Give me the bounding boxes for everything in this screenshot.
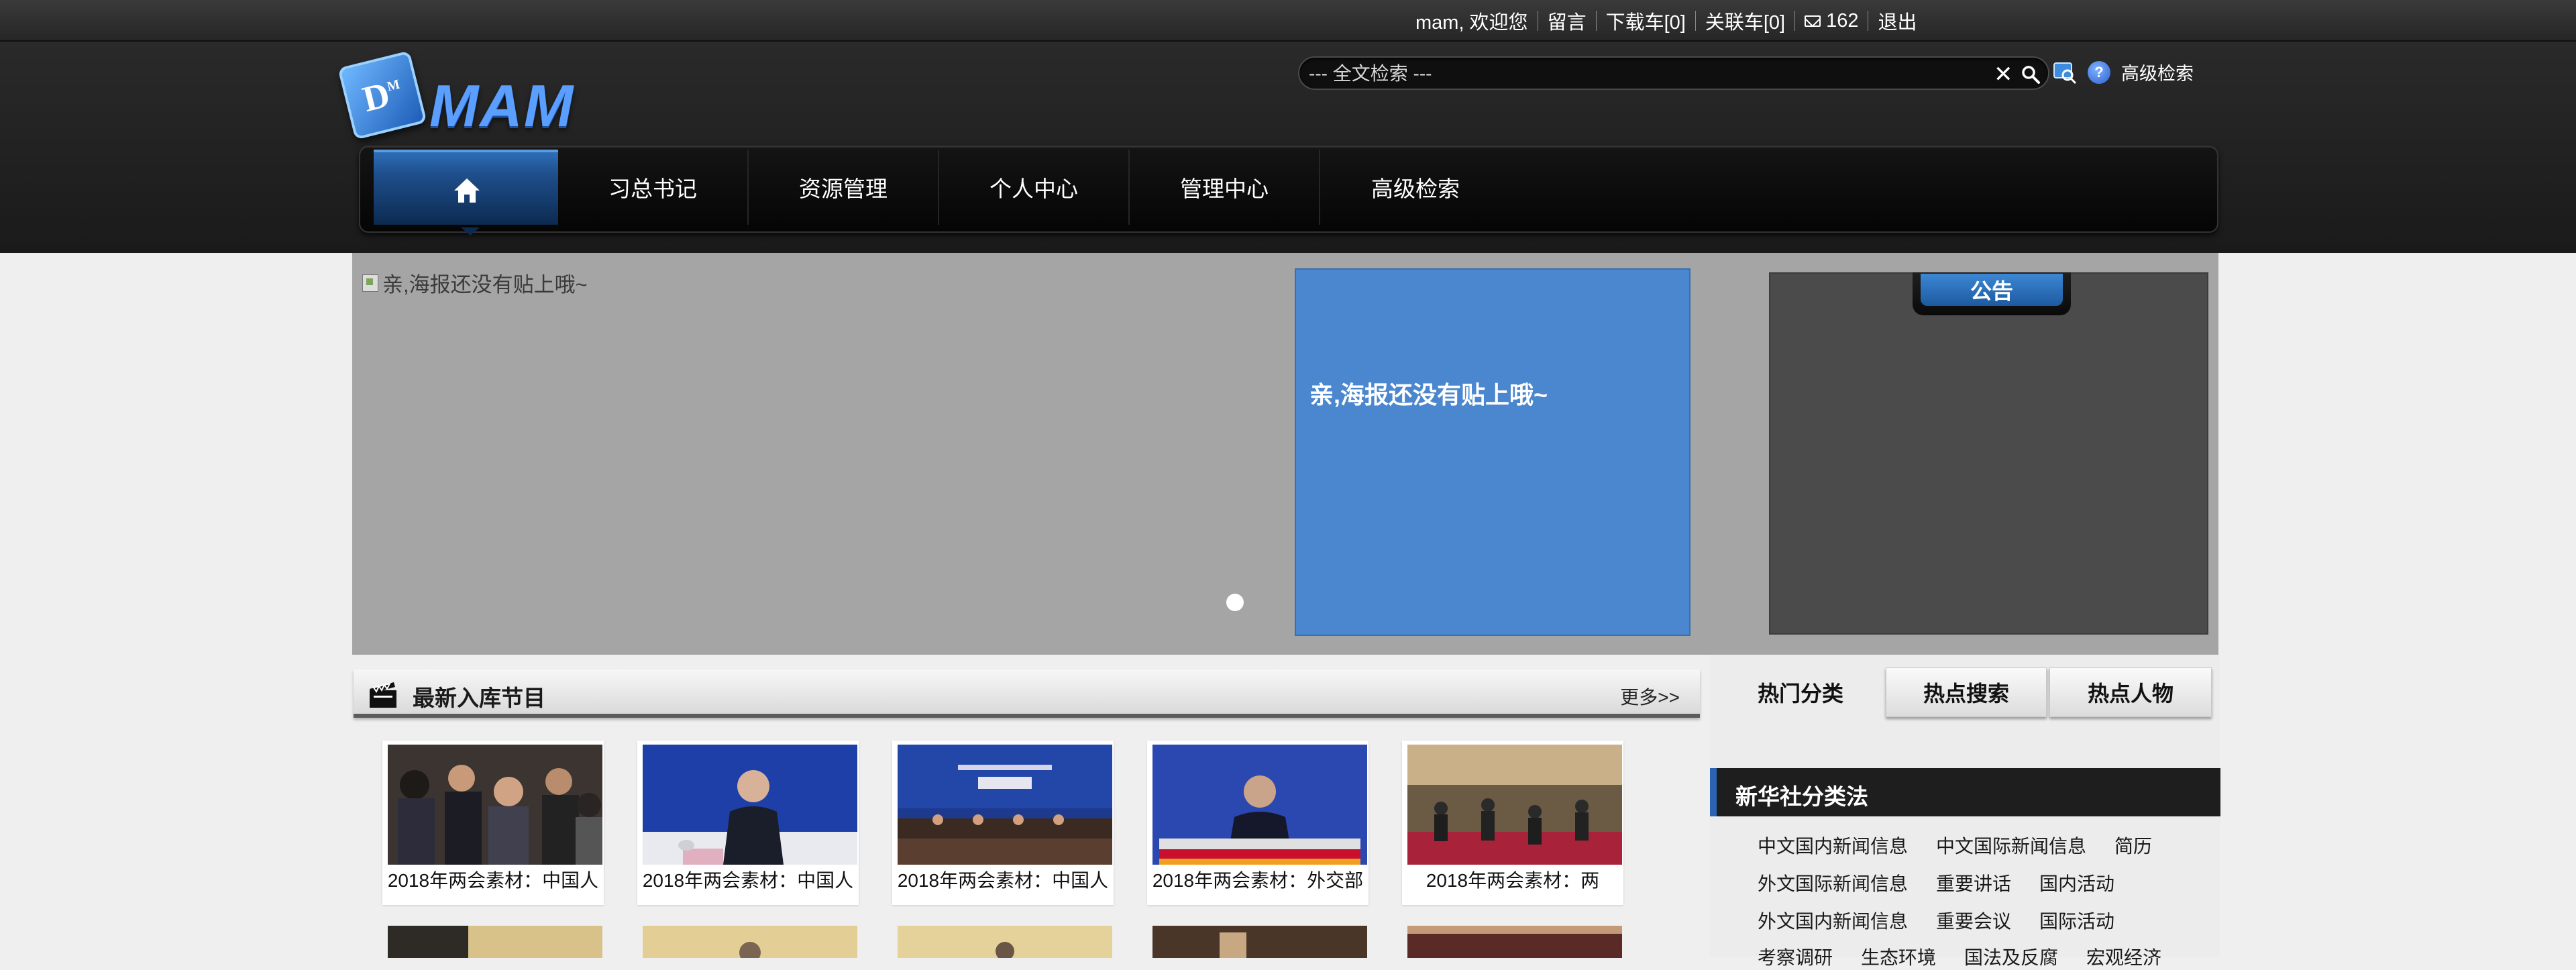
category-link[interactable]: 外文国内新闻信息 (1758, 911, 1908, 932)
thumbnail[interactable] (898, 745, 1112, 865)
category-link[interactable]: 国际活动 (2039, 911, 2114, 932)
notice-label[interactable]: 公告 (1921, 274, 2063, 306)
category-link[interactable]: 宏观经济 (2086, 947, 2161, 968)
welcome-text: mam, 欢迎您 (1415, 12, 1528, 34)
divider (1794, 11, 1796, 31)
logo-icon[interactable]: DM (337, 50, 427, 140)
poster-alt-text: 亲,海报还没有贴上哦~ (382, 273, 588, 297)
thumbnail[interactable] (898, 926, 1112, 958)
thumbnail[interactable] (1407, 926, 1622, 958)
tab-hot-search[interactable]: 热点搜索 (1886, 667, 2047, 717)
logout-link[interactable]: 退出 (1878, 7, 1917, 35)
category-link[interactable]: 国法及反腐 (1964, 947, 2058, 968)
banner: 亲,海报还没有贴上哦~ 亲,海报还没有贴上哦~ 公告 (352, 253, 2218, 655)
search-tools: ? 高级检索 (2053, 59, 2194, 85)
category-header: 新华社分类法 (1710, 768, 2220, 816)
program-card[interactable]: 2018年两会素材：中国人 (637, 741, 859, 905)
thumbnail[interactable] (1152, 745, 1367, 865)
card-caption[interactable]: 2018年两会素材：外交部 (1147, 866, 1368, 893)
category-row: 外文国内新闻信息 重要会议 国际活动 (1758, 907, 2143, 934)
mail-link[interactable]: 162 (1805, 10, 1858, 32)
nav-item-resources[interactable]: 资源管理 (749, 150, 939, 225)
nav-item-personal[interactable]: 个人中心 (939, 150, 1130, 225)
advanced-search-link[interactable]: 高级检索 (2121, 59, 2194, 85)
thumbnail[interactable] (643, 926, 857, 958)
tab-hot-people[interactable]: 热点人物 (2049, 667, 2212, 717)
nav-items: 习总书记 资源管理 个人中心 管理中心 高级检索 (558, 150, 1511, 225)
category-link[interactable]: 简历 (2114, 836, 2152, 857)
category-link[interactable]: 生态环境 (1861, 947, 1936, 968)
nav-item-xi[interactable]: 习总书记 (558, 150, 749, 225)
poster-image[interactable]: 亲,海报还没有贴上哦~ (362, 268, 588, 298)
search-box: ✕ (1298, 56, 2049, 90)
nav-active-indicator (461, 227, 480, 235)
search-area: ✕ (1298, 56, 2049, 90)
category-link[interactable]: 外文国际新闻信息 (1758, 873, 1908, 894)
card-caption[interactable]: 2018年两会素材：两 (1402, 866, 1623, 893)
search-input[interactable] (1307, 62, 1978, 86)
category-link[interactable]: 考察调研 (1758, 947, 1833, 968)
thumbnail[interactable] (388, 745, 602, 865)
category-link[interactable]: 国内活动 (2039, 873, 2114, 894)
program-card[interactable]: 2018年两会素材：中国人 (892, 741, 1114, 905)
card-caption[interactable]: 2018年两会素材：中国人 (892, 866, 1114, 893)
card-caption[interactable]: 2018年两会素材：中国人 (637, 866, 859, 893)
search-icon[interactable] (2021, 64, 2041, 85)
thumbnail[interactable] (643, 745, 857, 865)
main-nav: 习总书记 资源管理 个人中心 管理中心 高级检索 (359, 146, 2218, 235)
category-row: 中文国内新闻信息 中文国际新闻信息 简历 (1758, 832, 2180, 859)
more-link[interactable]: 更多>> (1620, 683, 1680, 710)
thumbnail[interactable] (388, 926, 602, 958)
thumbnail[interactable] (1407, 745, 1622, 865)
hot-tabs: 热门分类 热点搜索 热点人物 (1710, 667, 2220, 720)
category-link[interactable]: 中文国际新闻信息 (1936, 836, 2086, 857)
site-header: DM MAM ✕ ? 高级检索 习总书记 资源管理 (0, 42, 2576, 253)
top-utility-bar: mam, 欢迎您 留言 下载车[0] 关联车[0] 162 退出 (0, 0, 2576, 42)
divider (1695, 11, 1696, 31)
thumbnail[interactable] (1152, 926, 1367, 958)
category-link[interactable]: 中文国内新闻信息 (1758, 836, 1908, 857)
message-link[interactable]: 留言 (1548, 7, 1587, 35)
category-row: 考察调研 生态环境 国法及反腐 宏观经济 (1758, 943, 2190, 970)
clear-icon[interactable]: ✕ (1994, 63, 2013, 86)
image-search-icon[interactable] (2053, 60, 2077, 85)
poster-panel-text: 亲,海报还没有贴上哦~ (1309, 381, 1548, 409)
nav-home[interactable] (374, 150, 558, 235)
download-cart-link[interactable]: 下载车[0] (1606, 7, 1686, 35)
card-caption[interactable]: 2018年两会素材：中国人 (382, 866, 604, 893)
latest-programs-title: 最新入库节目 (413, 686, 545, 710)
nav-item-admin[interactable]: 管理中心 (1130, 150, 1320, 225)
notice-panel: 公告 (1769, 272, 2208, 635)
program-card[interactable]: 2018年两会素材：中国人 (382, 741, 604, 905)
program-card[interactable]: 2018年两会素材：外交部 (1147, 741, 1368, 905)
home-icon (454, 178, 480, 203)
right-column: 热门分类 热点搜索 热点人物 新华社分类法 中文国内新闻信息 中文国际新闻信息 简历… (1710, 655, 2220, 968)
category-row: 外文国际新闻信息 重要讲话 国内活动 (1758, 869, 2143, 896)
clapperboard-icon (370, 682, 396, 708)
nav-item-advanced-search[interactable]: 高级检索 (1320, 150, 1511, 225)
latest-programs-header: 最新入库节目 更多>> (354, 669, 1700, 718)
top-links: mam, 欢迎您 留言 下载车[0] 关联车[0] 162 退出 (1415, 0, 1917, 42)
help-icon[interactable]: ? (2088, 60, 2110, 84)
logo-text[interactable]: MAM (429, 72, 574, 140)
program-card[interactable]: 2018年两会素材：两 (1402, 741, 1623, 905)
tab-hot-categories[interactable]: 热门分类 (1723, 667, 1878, 717)
notice-tab: 公告 (1913, 272, 2071, 315)
broken-image-icon (362, 274, 378, 292)
category-link[interactable]: 重要会议 (1936, 911, 2011, 932)
poster-panel[interactable]: 亲,海报还没有贴上哦~ (1295, 268, 1690, 636)
mail-icon (1805, 15, 1821, 28)
category-link[interactable]: 重要讲话 (1936, 873, 2011, 894)
mail-count: 162 (1826, 9, 1859, 32)
carousel-dot[interactable] (1226, 594, 1244, 611)
link-cart-link[interactable]: 关联车[0] (1705, 7, 1785, 35)
divider (1595, 11, 1597, 31)
category-title: 新华社分类法 (1735, 784, 1868, 809)
